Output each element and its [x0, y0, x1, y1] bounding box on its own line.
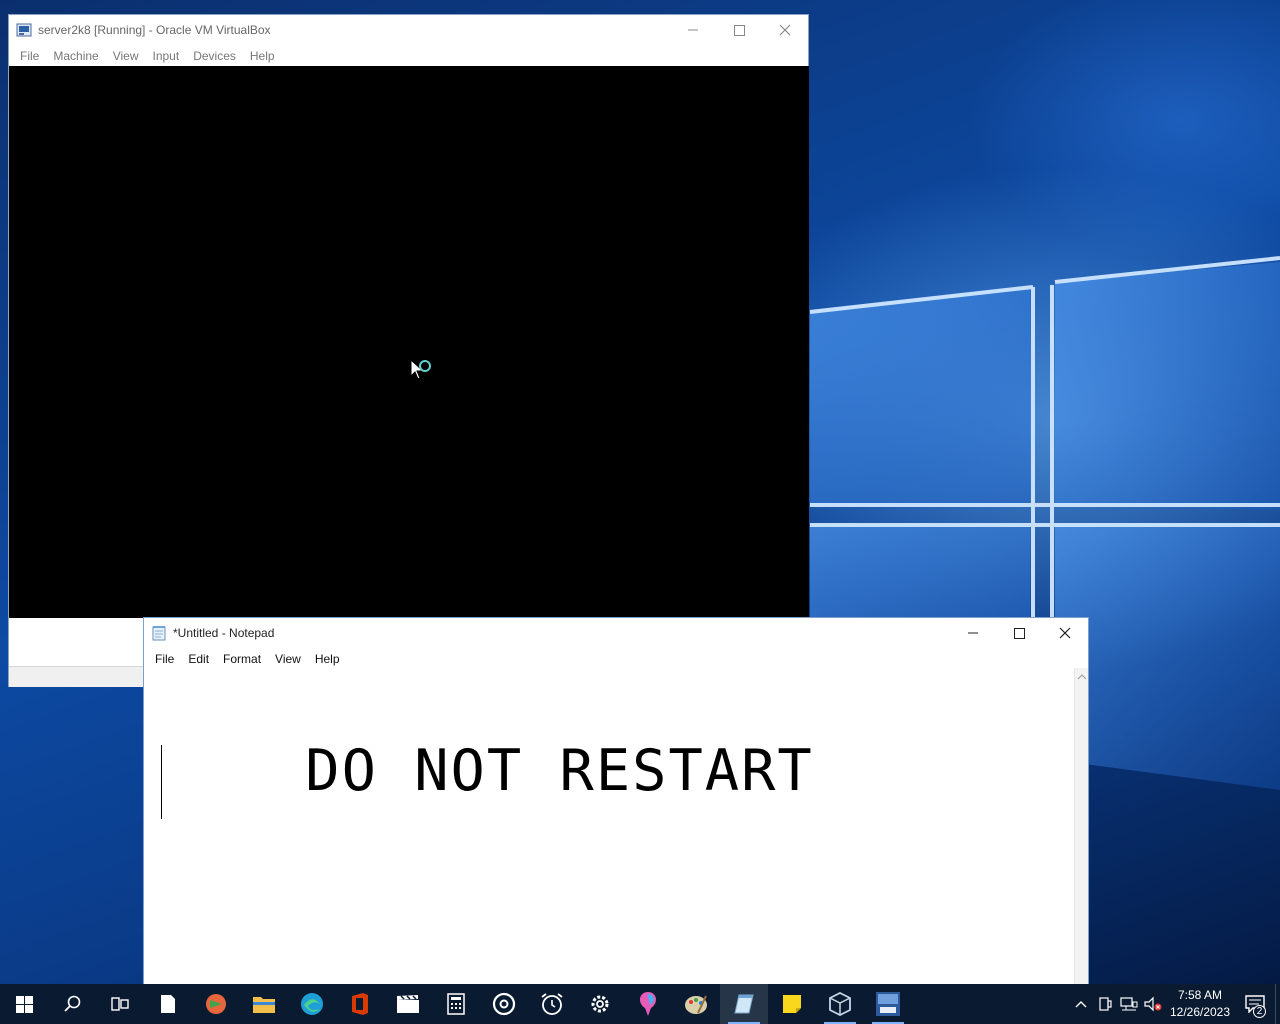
taskbar-file-explorer[interactable] — [240, 984, 288, 1024]
notepad-text-content: DO NOT RESTART — [305, 738, 814, 804]
notepad-vertical-scrollbar[interactable] — [1074, 668, 1088, 984]
close-icon — [1059, 627, 1071, 639]
blank-file-icon — [161, 995, 175, 1013]
alarms-clock-icon — [541, 993, 563, 1015]
taskbar-clock[interactable]: 7:58 AM 12/26/2023 — [1165, 987, 1235, 1021]
search-icon — [64, 995, 81, 1012]
vbox-close-button[interactable] — [762, 15, 808, 45]
close-icon — [779, 24, 791, 36]
taskbar-server2008[interactable] — [864, 984, 912, 1024]
edge-icon — [301, 993, 323, 1015]
notepad-menu-help[interactable]: Help — [308, 652, 347, 666]
notepad-menu-view[interactable]: View — [268, 652, 308, 666]
notepad-window-title: *Untitled - Notepad — [173, 626, 275, 640]
taskbar-calculator[interactable] — [432, 984, 480, 1024]
notepad-menu-format[interactable]: Format — [216, 652, 268, 666]
network-icon — [1120, 997, 1138, 1011]
taskbar-groove[interactable] — [480, 984, 528, 1024]
vbox-menu-file[interactable]: File — [13, 49, 46, 63]
minimize-icon — [688, 29, 698, 31]
vbox-menu-help[interactable]: Help — [243, 49, 282, 63]
vbox-menu-view[interactable]: View — [106, 49, 146, 63]
movies-tv-icon — [397, 995, 419, 1013]
server2008-icon — [876, 992, 900, 1016]
volume-muted-icon — [1144, 996, 1162, 1012]
start-button[interactable] — [0, 984, 48, 1024]
vbox-maximize-button[interactable] — [716, 15, 762, 45]
clock-date: 12/26/2023 — [1169, 1005, 1231, 1019]
vbox-titlebar[interactable]: server2k8 [Running] - Oracle VM VirtualB… — [9, 15, 808, 45]
system-tray: 7:58 AM 12/26/2023 2 — [1069, 984, 1280, 1024]
tray-device-button[interactable] — [1093, 984, 1117, 1024]
vbox-minimize-button[interactable] — [670, 15, 716, 45]
vbox-menubar: File Machine View Input Devices Help — [9, 45, 808, 67]
sublime-icon — [206, 994, 226, 1014]
taskbar-blank-file[interactable] — [144, 984, 192, 1024]
vbox-menu-devices[interactable]: Devices — [186, 49, 243, 63]
taskbar-paint[interactable] — [672, 984, 720, 1024]
taskbar-paint3d[interactable] — [624, 984, 672, 1024]
task-view-button[interactable] — [96, 984, 144, 1024]
file-explorer-icon — [253, 997, 275, 1013]
taskbar-virtualbox[interactable] — [816, 984, 864, 1024]
show-desktop-button[interactable] — [1275, 984, 1280, 1024]
virtualbox-vm-icon — [16, 23, 32, 37]
vbox-window-title: server2k8 [Running] - Oracle VM VirtualB… — [38, 23, 271, 37]
notepad-close-button[interactable] — [1042, 618, 1088, 648]
scroll-up-arrow-icon — [1077, 674, 1087, 680]
notification-count-badge: 2 — [1253, 1005, 1266, 1018]
windows-start-icon — [15, 995, 33, 1013]
virtualbox-icon — [829, 992, 851, 1016]
tray-network-button[interactable] — [1117, 984, 1141, 1024]
notepad-minimize-button[interactable] — [950, 618, 996, 648]
taskbar-edge[interactable] — [288, 984, 336, 1024]
notepad-menu-edit[interactable]: Edit — [181, 652, 216, 666]
sticky-notes-icon — [783, 995, 801, 1013]
taskbar-settings[interactable] — [576, 984, 624, 1024]
minimize-icon — [968, 632, 978, 634]
office-icon — [352, 993, 368, 1015]
vbox-menu-input[interactable]: Input — [146, 49, 187, 63]
tray-show-hidden-button[interactable] — [1069, 984, 1093, 1024]
taskbar: 7:58 AM 12/26/2023 2 — [0, 984, 1280, 1024]
clock-time: 7:58 AM — [1177, 988, 1223, 1002]
vbox-menu-machine[interactable]: Machine — [46, 49, 105, 63]
task-view-icon — [111, 997, 129, 1011]
taskbar-sublime[interactable] — [192, 984, 240, 1024]
groove-icon — [492, 992, 516, 1016]
taskbar-alarms-clock[interactable] — [528, 984, 576, 1024]
notepad-titlebar[interactable]: *Untitled - Notepad — [144, 618, 1088, 648]
text-caret — [161, 745, 162, 819]
paint-icon — [685, 995, 707, 1014]
maximize-icon — [733, 24, 745, 36]
notepad-icon — [152, 626, 166, 641]
chevron-up-icon — [1075, 1001, 1087, 1008]
tray-volume-button[interactable] — [1141, 984, 1165, 1024]
notepad-text-area[interactable]: DO NOT RESTART — [144, 668, 1075, 984]
notepad-menubar: File Edit Format View Help — [144, 648, 1088, 670]
virtualbox-window: server2k8 [Running] - Oracle VM VirtualB… — [8, 14, 809, 687]
device-icon — [1099, 997, 1112, 1011]
calculator-icon — [447, 993, 465, 1015]
taskbar-notepad[interactable] — [720, 984, 768, 1024]
notepad-window: *Untitled - Notepad File Edit Format Vie… — [143, 617, 1089, 985]
taskbar-sticky-notes[interactable] — [768, 984, 816, 1024]
busy-cursor-icon — [410, 358, 431, 380]
taskbar-movies-tv[interactable] — [384, 984, 432, 1024]
vm-display[interactable] — [9, 66, 809, 618]
taskbar-office[interactable] — [336, 984, 384, 1024]
notepad-menu-file[interactable]: File — [148, 652, 181, 666]
paint3d-icon — [639, 992, 657, 1016]
search-button[interactable] — [48, 984, 96, 1024]
action-center-button[interactable]: 2 — [1235, 984, 1275, 1024]
notepad-maximize-button[interactable] — [996, 618, 1042, 648]
notepad-icon — [734, 994, 754, 1014]
maximize-icon — [1013, 627, 1025, 639]
settings-icon — [591, 995, 609, 1013]
